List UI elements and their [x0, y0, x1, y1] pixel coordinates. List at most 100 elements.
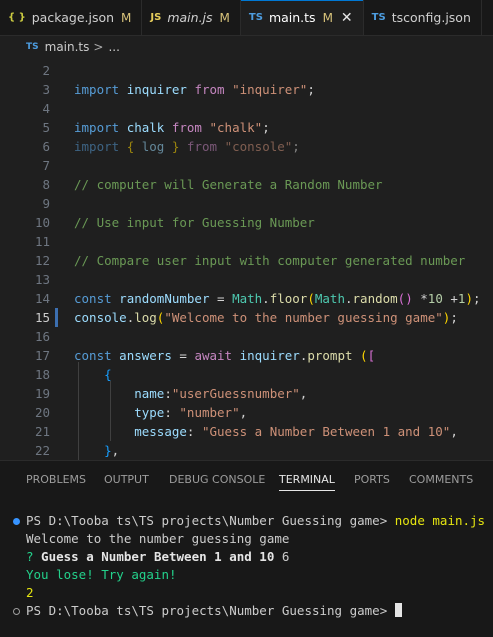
panel-tab-debug-console[interactable]: DEBUG CONSOLE: [169, 461, 265, 499]
code-line: 3 import inquirer from "inquirer";: [0, 80, 493, 99]
code-line: 14 const randomNumber = Math.floor(Math.r…: [0, 289, 493, 308]
tab-label: tsconfig.json: [391, 10, 471, 25]
code-token: from: [194, 82, 225, 97]
code-token: ,: [239, 405, 248, 420]
code-token: Math: [232, 291, 263, 306]
terminal-line: PS D:\Tooba ts\TS projects\Number Guessi…: [26, 512, 485, 530]
line-number: 13: [34, 272, 50, 287]
code-text: import { log } from "console";: [74, 137, 300, 156]
code-line: 17 const answers = await inquirer.prompt …: [0, 346, 493, 365]
code-token: "Guess a Number Between 1 and 10": [201, 424, 451, 439]
code-token: ;: [450, 310, 458, 325]
code-token: const: [74, 348, 112, 363]
breadcrumb-symbol[interactable]: ...: [108, 40, 119, 54]
close-icon[interactable]: ✕: [341, 10, 353, 26]
line-number: 18: [34, 367, 50, 382]
line-number: 6: [42, 139, 50, 154]
line-number: 2: [42, 63, 50, 78]
line-number: 22: [34, 443, 50, 458]
code-token: name: [134, 386, 165, 401]
code-token: inquirer: [239, 348, 300, 363]
code-text: // Compare user input with computer gene…: [74, 251, 465, 270]
code-line: 19 name:"userGuessnumber",: [0, 384, 493, 403]
line-number: 12: [34, 253, 50, 268]
breadcrumb-file[interactable]: main.ts: [45, 40, 90, 54]
code-token: (: [307, 291, 315, 306]
code-token: +: [442, 291, 458, 306]
code-token: import: [74, 82, 120, 97]
terminal-prompt: PS D:\Tooba ts\TS projects\Number Guessi…: [26, 603, 388, 618]
code-line: 11: [0, 232, 493, 251]
typescript-file-icon: TS: [26, 42, 39, 52]
code-token: chalk: [126, 120, 165, 135]
code-text: message: "Guess a Number Between 1 and 1…: [74, 422, 458, 441]
code-line: 21 message: "Guess a Number Between 1 an…: [0, 422, 493, 441]
code-token: ;: [307, 82, 315, 97]
code-token: ,: [450, 424, 458, 439]
code-token: random: [352, 291, 398, 306]
code-text: import inquirer from "inquirer";: [74, 80, 315, 99]
code-token: from: [171, 120, 202, 135]
code-token: inquirer: [126, 82, 187, 97]
command-success-icon[interactable]: [13, 518, 20, 525]
code-token: console: [74, 310, 127, 325]
tab-2[interactable]: TS main.ts M ✕: [240, 0, 364, 35]
tab-1[interactable]: JS main.js M: [142, 0, 241, 35]
tab-0[interactable]: { } package.json M: [0, 0, 143, 35]
code-token: Math: [314, 291, 345, 306]
code-token: "console": [224, 139, 293, 154]
terminal-answer: 6: [274, 549, 290, 564]
panel-tab-problems[interactable]: PROBLEMS: [26, 461, 86, 499]
code-token: *: [412, 291, 428, 306]
code-token: (: [360, 348, 368, 363]
panel-tab-output[interactable]: OUTPUT: [104, 461, 149, 499]
tab-3[interactable]: TS tsconfig.json: [364, 0, 482, 35]
code-token: // computer will Generate a Random Numbe…: [74, 177, 383, 192]
panel-tab-terminal[interactable]: TERMINAL: [279, 461, 335, 499]
code-token: // Use input for Guessing Number: [74, 215, 315, 230]
code-token: "Welcome to the number guessing game": [164, 310, 443, 325]
javascript-file-icon: JS: [150, 12, 162, 23]
modified-line-indicator[interactable]: [55, 308, 58, 327]
modified-badge: M: [219, 10, 230, 25]
panel-tab-comments[interactable]: COMMENTS: [409, 461, 473, 499]
command-pending-icon[interactable]: [13, 608, 20, 615]
code-line: 4: [0, 99, 493, 118]
tab-label: main.js: [167, 10, 213, 25]
code-token: ;: [262, 120, 270, 135]
code-token: // Compare user input with computer gene…: [74, 253, 466, 268]
line-number: 7: [42, 158, 50, 173]
code-line: 15 console.log("Welcome to the number gue…: [0, 308, 493, 327]
terminal-line: 2: [26, 585, 34, 600]
terminal-line: ? Guess a Number Between 1 and 10 6: [26, 548, 289, 566]
bottom-panel: PROBLEMS OUTPUT DEBUG CONSOLE TERMINAL PORTS…: [0, 460, 493, 637]
line-number: 9: [42, 196, 50, 211]
code-token: type: [134, 405, 165, 420]
code-editor[interactable]: 2 3 import inquirer from "inquirer"; 4 5 impo…: [0, 58, 493, 460]
code-token: ,: [299, 386, 308, 401]
code-token: {: [104, 367, 112, 382]
line-number: 10: [34, 215, 50, 230]
code-token: :: [164, 405, 180, 420]
panel-tab-ports[interactable]: PORTS: [354, 461, 390, 499]
terminal-question: Guess a Number Between 1 and 10: [33, 549, 275, 564]
code-token: 10: [427, 291, 443, 306]
question-mark: ?: [26, 549, 34, 564]
line-number: 16: [34, 329, 50, 344]
code-line: 9: [0, 194, 493, 213]
code-token: :: [186, 424, 202, 439]
code-text: import chalk from "chalk";: [74, 118, 270, 137]
typescript-file-icon: TS: [248, 12, 263, 23]
code-text: const randomNumber = Math.floor(Math.ran…: [74, 289, 481, 308]
